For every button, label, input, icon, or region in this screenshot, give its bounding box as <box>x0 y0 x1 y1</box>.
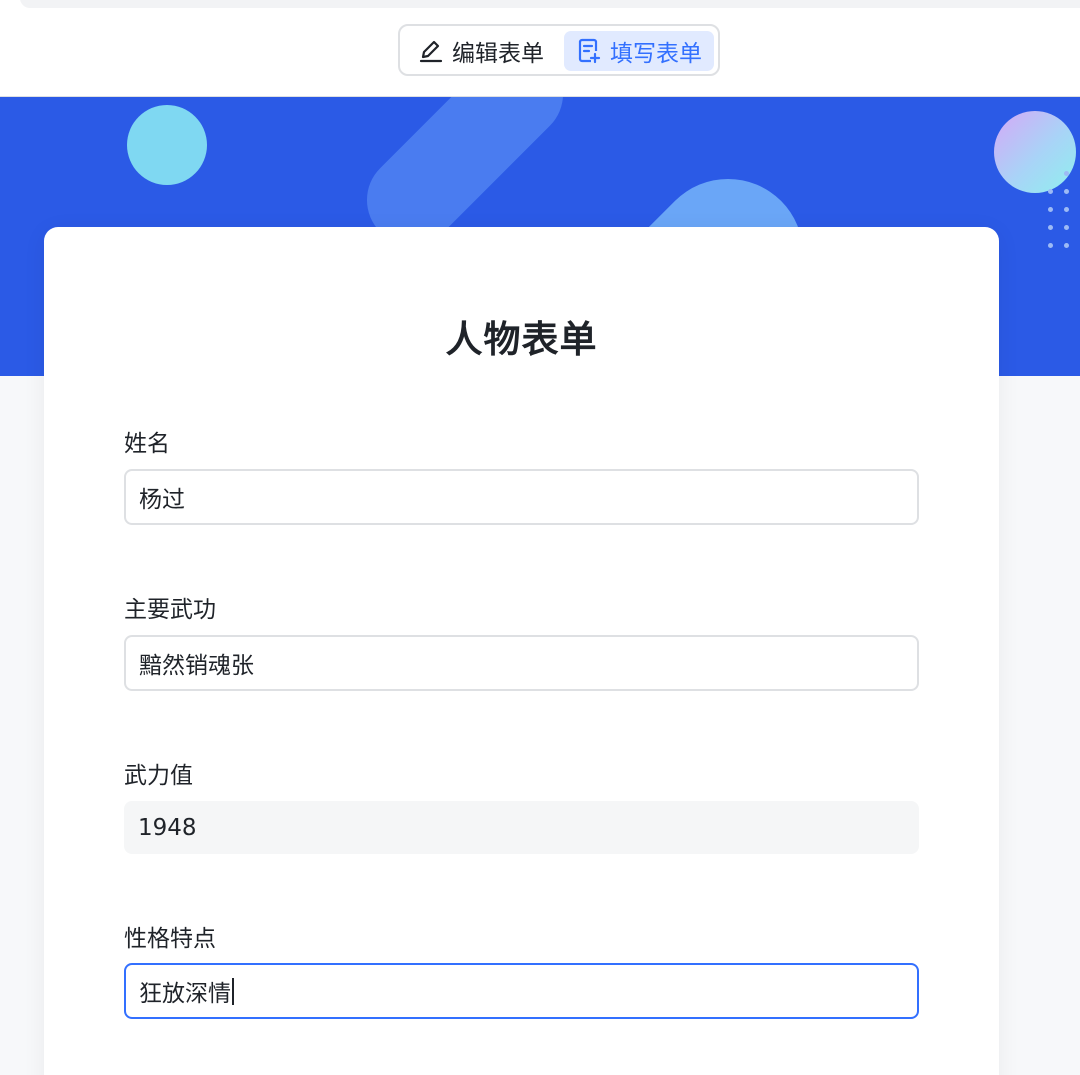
edit-form-label: 编辑表单 <box>452 41 544 67</box>
name-input[interactable]: 杨过 <box>124 469 919 525</box>
top-toolbar: 编辑表单 填写表单 <box>0 0 1080 97</box>
power-value: 1948 <box>138 814 197 841</box>
martial-arts-input[interactable]: 黯然销魂张 <box>124 635 919 691</box>
power-field: 1948 <box>124 801 919 854</box>
text-cursor <box>232 977 234 1005</box>
name-label: 姓名 <box>124 431 170 457</box>
top-strip <box>20 0 1080 8</box>
banner-decoration-dots <box>1046 171 1080 251</box>
form-fill-icon <box>576 38 602 64</box>
edit-form-button[interactable]: 编辑表单 <box>406 31 561 71</box>
form-card: 人物表单 姓名 杨过 主要武功 黯然销魂张 武力值 1948 性格特点 狂放深情 <box>44 227 999 1075</box>
fill-form-label: 填写表单 <box>610 41 702 67</box>
personality-value: 狂放深情 <box>139 981 231 1007</box>
form-page: 编辑表单 填写表单 人物表单 姓名 杨过 主要武功 黯然销魂张 武力值 1948… <box>0 0 1080 1075</box>
martial-arts-value: 黯然销魂张 <box>139 653 254 679</box>
power-label: 武力值 <box>124 763 193 789</box>
banner-decoration-circle <box>127 105 207 185</box>
personality-input[interactable]: 狂放深情 <box>124 963 919 1019</box>
mode-switch: 编辑表单 填写表单 <box>398 24 720 76</box>
fill-form-button[interactable]: 填写表单 <box>564 31 714 71</box>
martial-arts-label: 主要武功 <box>124 597 216 623</box>
name-value: 杨过 <box>139 487 185 513</box>
personality-label: 性格特点 <box>124 926 216 952</box>
form-title: 人物表单 <box>445 318 598 361</box>
pencil-icon <box>418 38 444 64</box>
